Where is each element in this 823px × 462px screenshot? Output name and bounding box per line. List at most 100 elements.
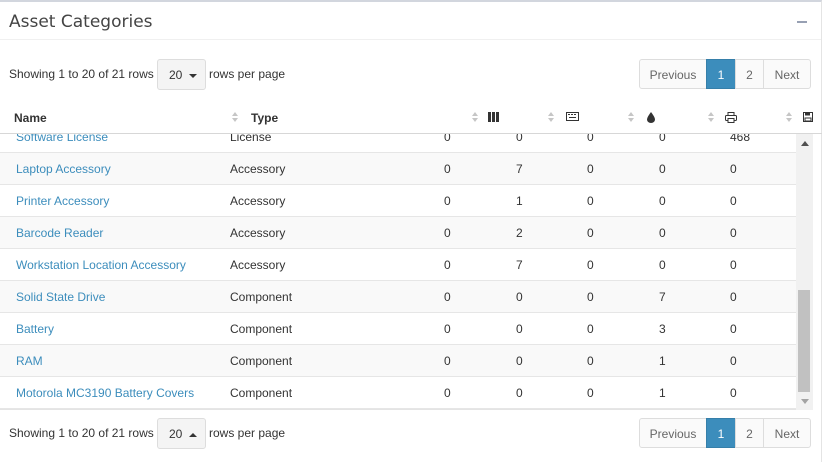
grid-icon[interactable] (488, 112, 499, 125)
count-cell: 0 (659, 194, 666, 208)
next-page-button[interactable]: Next (763, 59, 811, 89)
category-type: Accessory (230, 162, 286, 176)
table-row: Workstation Location Accessory Accessory 0… (0, 249, 796, 281)
count-cell: 0 (730, 162, 737, 176)
previous-page-button[interactable]: Previous (639, 418, 707, 448)
sort-icon[interactable] (786, 112, 792, 124)
count-cell: 0 (444, 258, 451, 272)
rows-per-page-label: rows per page (209, 67, 286, 81)
table-row: Laptop Accessory Accessory 0 7 0 0 0 (0, 153, 796, 185)
caret-down-icon (189, 74, 197, 78)
sort-icon[interactable] (708, 112, 714, 124)
count-cell: 0 (587, 290, 594, 304)
tint-icon[interactable] (647, 112, 655, 126)
category-name-link[interactable]: Barcode Reader (16, 226, 103, 240)
count-cell: 0 (444, 162, 451, 176)
previous-page-button[interactable]: Previous (639, 59, 707, 89)
count-cell: 0 (444, 194, 451, 208)
table-row: Printer Accessory Accessory 0 1 0 0 0 (0, 185, 796, 217)
count-cell: 468 (730, 134, 751, 144)
count-cell: 3 (659, 322, 666, 336)
keyboard-icon[interactable] (566, 112, 579, 124)
asset-categories-panel: Asset Categories Showing 1 to 20 of 21 r… (0, 0, 822, 462)
category-name-link[interactable]: Workstation Location Accessory (16, 258, 186, 272)
count-cell: 0 (730, 258, 737, 272)
count-cell: 0 (444, 226, 451, 240)
pagination-top: Previous 1 2 Next (639, 59, 811, 90)
count-cell: 0 (730, 290, 737, 304)
page-1-button[interactable]: 1 (706, 59, 736, 89)
category-name-link[interactable]: Solid State Drive (16, 290, 105, 304)
count-cell: 0 (730, 354, 737, 368)
table-row: Motorola MC3190 Battery Covers Component 0… (0, 377, 796, 409)
count-cell: 7 (516, 258, 523, 272)
count-cell: 0 (587, 322, 594, 336)
panel-header: Asset Categories (0, 2, 821, 40)
table-toolbar-top: Showing 1 to 20 of 21 rows 20 rows per p… (9, 59, 811, 90)
count-cell: 0 (587, 134, 594, 144)
page-1-button[interactable]: 1 (706, 418, 736, 448)
count-cell: 2 (516, 226, 523, 240)
pagination-bottom: Previous 1 2 Next (639, 418, 811, 449)
count-cell: 0 (444, 322, 451, 336)
page-size-dropdown[interactable]: 20 (157, 418, 206, 449)
category-name-link[interactable]: Printer Accessory (16, 194, 109, 208)
count-cell: 0 (730, 322, 737, 336)
showing-rows-text: Showing 1 to 20 of 21 rows (9, 426, 154, 440)
panel-title: Asset Categories (9, 12, 153, 32)
count-cell: 1 (659, 386, 666, 400)
count-cell: 0 (730, 386, 737, 400)
table-row: Software License License 0 0 0 0 468 (0, 134, 796, 153)
sort-icon[interactable] (232, 112, 238, 124)
count-cell: 0 (516, 290, 523, 304)
collapse-icon[interactable] (797, 21, 807, 23)
count-cell: 0 (659, 134, 666, 144)
scroll-down-arrow-icon[interactable] (801, 399, 809, 404)
count-cell: 0 (516, 386, 523, 400)
showing-rows-text: Showing 1 to 20 of 21 rows (9, 67, 154, 81)
table-scrollbar[interactable] (796, 134, 813, 410)
next-page-button[interactable]: Next (763, 418, 811, 448)
category-name-link[interactable]: Battery (16, 322, 54, 336)
category-type: Component (230, 386, 293, 400)
category-type: Accessory (230, 226, 286, 240)
category-type: Accessory (230, 194, 286, 208)
page-2-button[interactable]: 2 (735, 59, 764, 89)
category-name-link[interactable]: RAM (16, 354, 43, 368)
printer-icon[interactable] (725, 112, 737, 126)
table-row: Battery Component 0 0 0 3 0 (0, 313, 796, 345)
category-name-link[interactable]: Motorola MC3190 Battery Covers (16, 386, 194, 400)
scrollbar-thumb[interactable] (798, 290, 810, 392)
category-name-link[interactable]: Laptop Accessory (16, 162, 111, 176)
count-cell: 0 (730, 194, 737, 208)
count-cell: 0 (516, 322, 523, 336)
count-cell: 7 (659, 290, 666, 304)
table-toolbar-bottom: Showing 1 to 20 of 21 rows 20 rows per p… (9, 418, 811, 449)
count-cell: 0 (659, 226, 666, 240)
column-header-name[interactable]: Name (14, 111, 47, 125)
category-type: Component (230, 290, 293, 304)
save-icon[interactable] (803, 112, 813, 125)
category-name-link[interactable]: Software License (16, 134, 108, 144)
table-row: Solid State Drive Component 0 0 0 7 0 (0, 281, 796, 313)
table-header: Name Type (0, 104, 822, 134)
sort-icon[interactable] (472, 112, 478, 124)
category-type: Accessory (230, 258, 286, 272)
count-cell: 0 (516, 134, 523, 144)
column-header-type[interactable]: Type (251, 111, 278, 125)
count-cell: 0 (444, 134, 451, 144)
page-size-dropdown[interactable]: 20 (157, 59, 206, 90)
sort-icon[interactable] (548, 112, 554, 124)
page-2-button[interactable]: 2 (735, 418, 764, 448)
count-cell: 0 (444, 290, 451, 304)
page-size-value: 20 (169, 427, 183, 441)
sort-icon[interactable] (628, 112, 634, 124)
caret-up-icon (189, 433, 197, 437)
scroll-up-arrow-icon[interactable] (801, 141, 809, 146)
count-cell: 7 (516, 162, 523, 176)
rows-per-page-label: rows per page (209, 426, 286, 440)
count-cell: 0 (516, 354, 523, 368)
count-cell: 0 (730, 226, 737, 240)
count-cell: 0 (587, 226, 594, 240)
count-cell: 0 (587, 162, 594, 176)
